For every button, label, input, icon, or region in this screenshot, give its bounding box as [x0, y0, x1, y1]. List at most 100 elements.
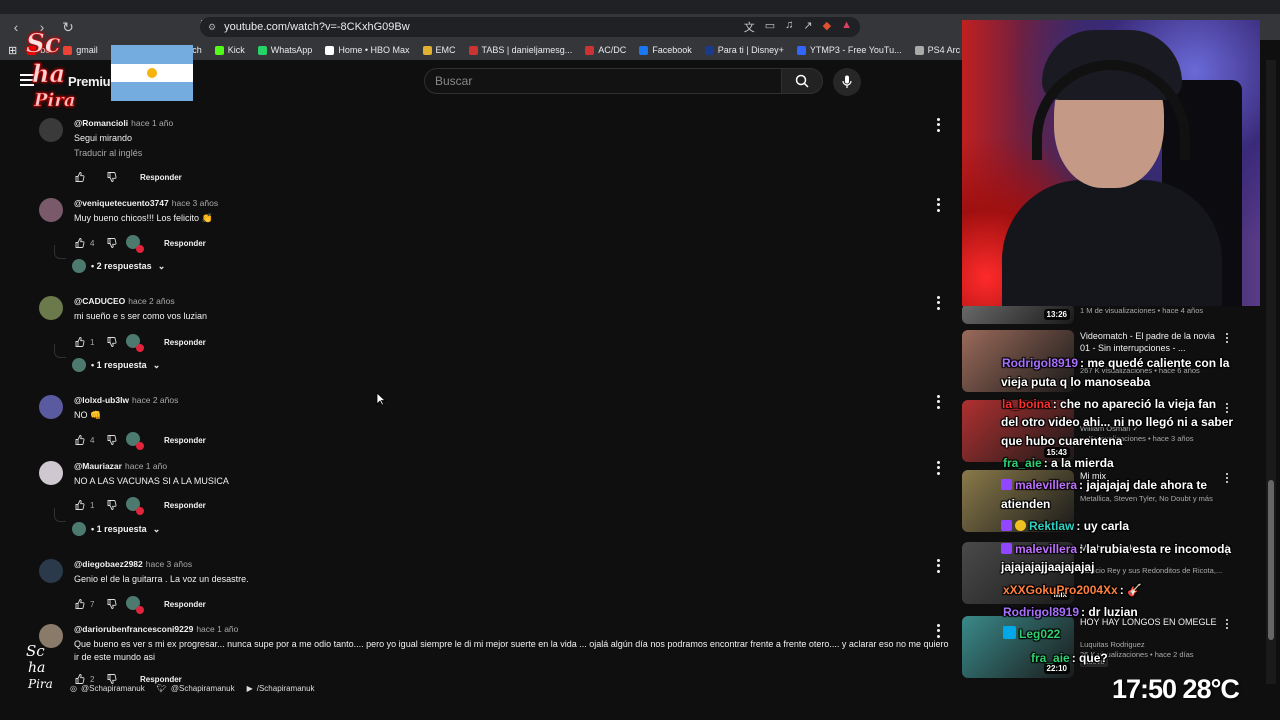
bookmark-item[interactable]: AC/DC [585, 45, 626, 55]
avatar[interactable] [39, 461, 63, 485]
creator-heart-icon [126, 432, 144, 450]
like-count: 7 [90, 599, 95, 609]
apps-icon[interactable]: ⊞ [8, 44, 17, 57]
extension-icon[interactable]: ▲ [841, 19, 852, 35]
like-icon[interactable] [74, 673, 86, 684]
reply-button[interactable]: Responder [164, 501, 206, 510]
video-meta: William Osman ✓ [1080, 424, 1139, 433]
address-bar[interactable]: ⚙ youtube.com/watch?v=-8CKxhG09Bw 文 ▭ ♫ … [200, 17, 860, 37]
comment-author[interactable]: @veniquetecuento3747 hace 3 años [74, 198, 218, 208]
video-more-icon[interactable] [1224, 472, 1230, 484]
comment-author[interactable]: @diegobaez2982 hace 3 años [74, 559, 192, 569]
svg-text:Sc: Sc [26, 29, 61, 59]
view-replies-button[interactable]: • 1 respuesta ⌄ [72, 358, 160, 372]
comment-more-icon[interactable] [934, 558, 942, 574]
view-replies-button[interactable]: • 2 respuestas ⌄ [72, 259, 165, 273]
like-icon[interactable] [74, 499, 86, 511]
view-replies-button[interactable]: • 1 respuesta ⌄ [72, 522, 160, 536]
bookmark-item[interactable]: Home • HBO Max [325, 45, 410, 55]
bookmark-item[interactable]: Facebook [639, 45, 692, 55]
avatar[interactable] [39, 395, 63, 419]
search-button[interactable] [781, 68, 823, 94]
dislike-icon[interactable] [106, 434, 118, 446]
video-more-icon[interactable] [1224, 544, 1230, 556]
comment-more-icon[interactable] [934, 460, 942, 476]
reply-button[interactable]: Responder [140, 173, 182, 182]
search-input[interactable]: Buscar [424, 68, 782, 94]
video-more-icon[interactable] [1224, 402, 1230, 414]
dislike-icon[interactable] [106, 673, 118, 684]
chevron-down-icon: ⌄ [152, 523, 161, 534]
video-more-icon[interactable] [1224, 618, 1230, 630]
video-more-icon[interactable] [1224, 332, 1230, 344]
video-thumbnail[interactable]: 13:26 [962, 306, 1074, 324]
comment-time[interactable]: hace 1 año [125, 461, 167, 471]
translate-link[interactable]: Traducir al inglés [74, 148, 142, 158]
comment-more-icon[interactable] [934, 117, 942, 133]
reply-button[interactable]: Responder [164, 338, 206, 347]
avatar[interactable] [39, 198, 63, 222]
site-info-icon[interactable]: ⚙ [208, 22, 216, 33]
video-thumbnail[interactable] [962, 330, 1074, 392]
comment-author[interactable]: @Mauriazar hace 1 año [74, 461, 167, 471]
scrollbar-thumb[interactable] [1268, 480, 1274, 640]
comment-time[interactable]: hace 2 años [128, 296, 174, 306]
reply-button[interactable]: Responder [164, 436, 206, 445]
comment-author[interactable]: @CADUCEO hace 2 años [74, 296, 175, 306]
comment-time[interactable]: hace 1 año [196, 624, 238, 634]
reply-button[interactable]: Responder [164, 600, 206, 609]
comment-time[interactable]: hace 2 años [132, 395, 178, 405]
comment-time[interactable]: hace 1 año [131, 118, 173, 128]
bookmark-item[interactable]: TABS | danieljamesg... [468, 45, 572, 55]
comment-more-icon[interactable] [934, 394, 942, 410]
comment-author[interactable]: @dariorubenfrancesconi9229 hace 1 año [74, 624, 238, 634]
video-duration: 15:43 [1043, 447, 1070, 458]
like-icon[interactable] [74, 434, 86, 446]
video-title[interactable]: Videomatch - El padre de la novia 01 - S… [1080, 330, 1220, 354]
like-icon[interactable] [74, 237, 86, 249]
avatar[interactable] [39, 296, 63, 320]
svg-text:ha: ha [28, 660, 45, 676]
comment-more-icon[interactable] [934, 197, 942, 213]
dislike-icon[interactable] [106, 171, 118, 183]
comment-author[interactable]: @lolxd-ub3lw hace 2 años [74, 395, 178, 405]
dislike-icon[interactable] [106, 598, 118, 610]
reply-button[interactable]: Responder [140, 675, 182, 684]
bookmark-item[interactable]: WhatsApp [257, 45, 312, 55]
extension-icon[interactable]: ◆ [823, 19, 831, 35]
video-title[interactable]: Mix hard rock [1080, 542, 1220, 554]
like-icon[interactable] [74, 171, 86, 183]
video-thumbnail[interactable]: 22:10 [962, 616, 1074, 678]
comment-time[interactable]: hace 3 años [146, 559, 192, 569]
video-title[interactable]: HOY HAY LONGOS EN OMEGLE [1080, 616, 1220, 628]
like-icon[interactable] [74, 598, 86, 610]
video-thumbnail[interactable]: Mix [962, 542, 1074, 604]
dislike-icon[interactable] [106, 237, 118, 249]
comment-author[interactable]: @Romancioli hace 1 año [74, 118, 173, 128]
bookmark-item[interactable]: PS4 Arc [914, 45, 960, 55]
video-thumbnail[interactable] [962, 470, 1074, 532]
comment-actions: 1 Responder [74, 334, 206, 352]
voice-search-button[interactable] [833, 68, 861, 96]
comment-more-icon[interactable] [934, 623, 942, 639]
avatar[interactable] [39, 118, 63, 142]
dislike-icon[interactable] [106, 499, 118, 511]
bookmark-item[interactable]: EMC [422, 45, 456, 55]
bookmark-item[interactable]: Kick [214, 45, 245, 55]
bookmark-item[interactable]: Para ti | Disney+ [704, 45, 784, 55]
share-icon[interactable]: ↗ [803, 19, 812, 35]
avatar[interactable] [39, 559, 63, 583]
video-title[interactable]: Mi mix [1080, 470, 1220, 482]
cast-icon[interactable]: ▭ [765, 19, 775, 35]
dislike-icon[interactable] [106, 336, 118, 348]
translate-icon[interactable]: 文 [744, 19, 755, 35]
video-thumbnail[interactable]: 15:43 [962, 400, 1074, 462]
media-icon[interactable]: ♫ [785, 19, 793, 35]
bookmark-item[interactable]: YTMP3 - Free YouTu... [796, 45, 902, 55]
reply-button[interactable]: Responder [164, 239, 206, 248]
comment-time[interactable]: hace 3 años [172, 198, 218, 208]
video-meta: 267 K visualizaciones • hace 6 años [1080, 366, 1200, 375]
like-icon[interactable] [74, 336, 86, 348]
bookmark-icon [704, 45, 714, 55]
comment-more-icon[interactable] [934, 295, 942, 311]
